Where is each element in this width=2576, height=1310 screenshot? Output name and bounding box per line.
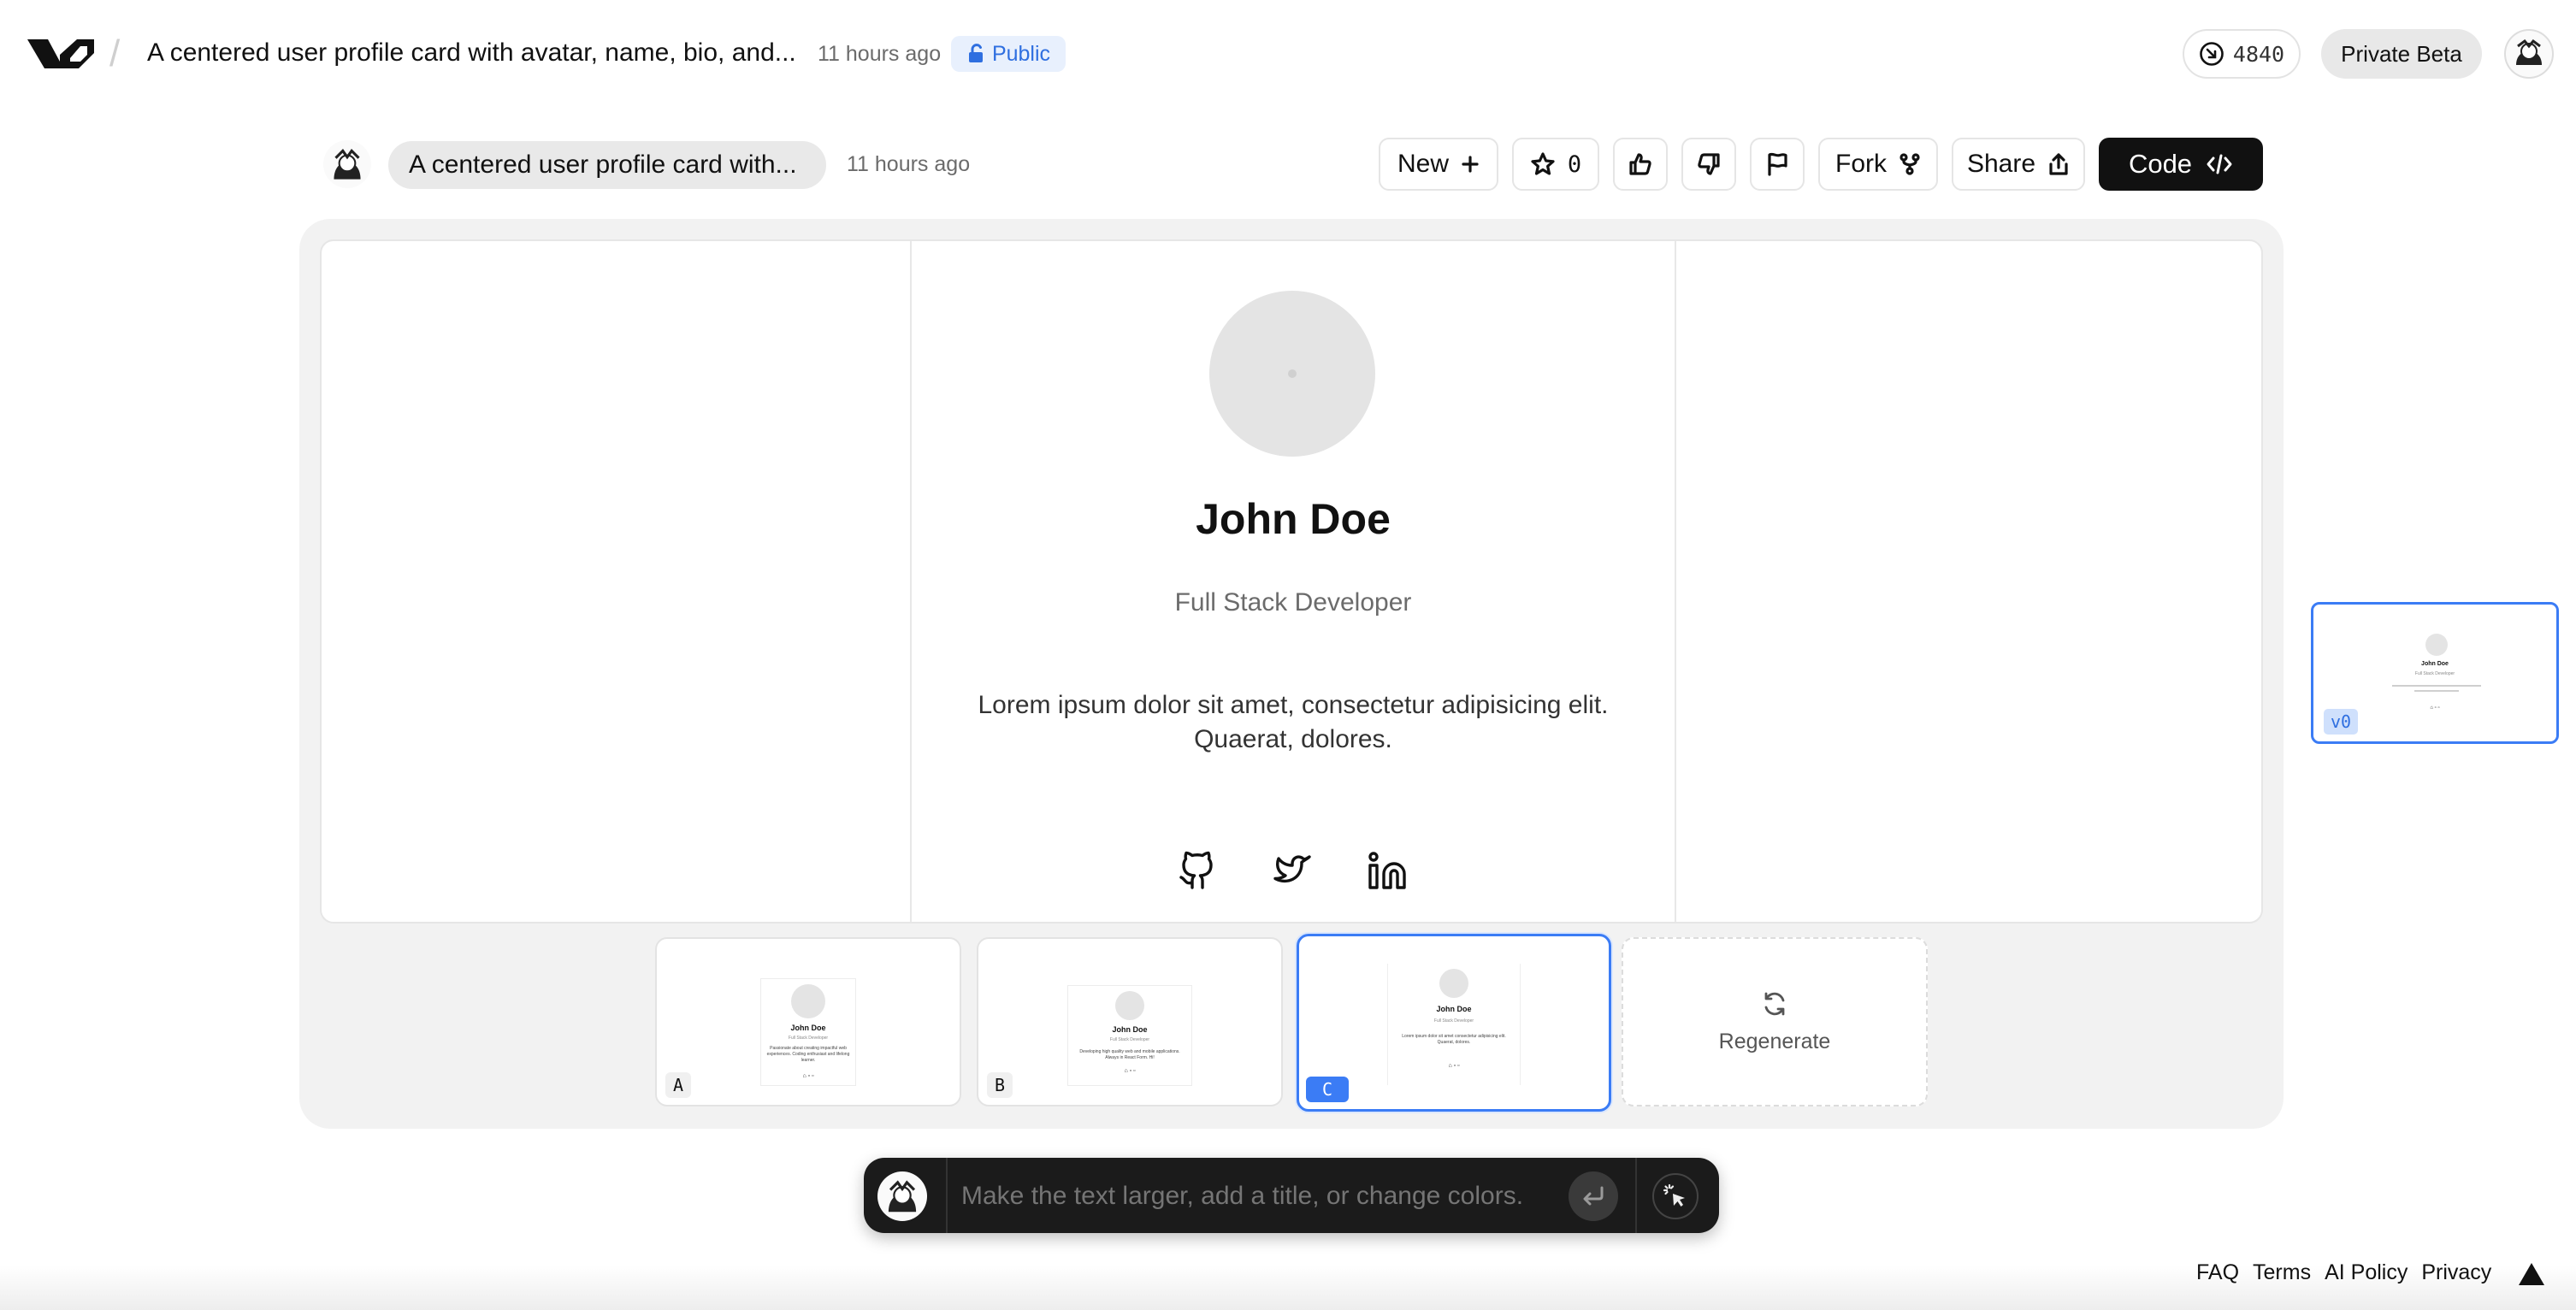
fork-label: Fork xyxy=(1835,150,1887,178)
variant-thumbnail-a[interactable]: John Doe Full Stack Developer Passionate… xyxy=(655,937,961,1106)
submit-button[interactable] xyxy=(1569,1171,1618,1221)
profile-bio-line-1: Lorem ipsum dolor sit amet, consectetur … xyxy=(978,691,1609,719)
page-title[interactable]: A centered user profile card with avatar… xyxy=(147,38,796,68)
mini-avatar xyxy=(1439,969,1468,998)
column-divider-left xyxy=(910,241,912,922)
profile-bio-line-2: Quaerat, dolores. xyxy=(1194,725,1392,753)
mini-social-icons: ⌂ ▫ ▫ xyxy=(802,1073,814,1079)
code-label: Code xyxy=(2128,149,2193,179)
mini-profile-card: John Doe Full Stack Developer Developing… xyxy=(1067,985,1192,1086)
header: / A centered user profile card with avat… xyxy=(0,0,2576,109)
share-icon xyxy=(2047,152,2070,176)
prompt-timestamp: 11 hours ago xyxy=(847,152,971,176)
prompt-bar-avatar xyxy=(877,1171,927,1221)
breadcrumb-separator: / xyxy=(109,32,121,74)
avatar-placeholder-dot xyxy=(1288,369,1297,378)
mini-role: Full Stack Developer xyxy=(2414,671,2455,676)
mini-name: John Doe xyxy=(1112,1025,1148,1034)
thumbs-up-icon xyxy=(1628,151,1653,177)
variant-letter-b: B xyxy=(987,1072,1013,1098)
mini-bio: Passionate about creating impactful web … xyxy=(766,1046,850,1063)
mini-bio-line xyxy=(2392,685,2481,687)
user-avatar[interactable] xyxy=(2504,29,2554,79)
mini-name: John Doe xyxy=(790,1024,826,1032)
mini-role: Full Stack Developer xyxy=(1109,1037,1150,1042)
code-icon xyxy=(2206,152,2233,176)
mini-role: Full Stack Developer xyxy=(788,1036,829,1041)
profile-role: Full Stack Developer xyxy=(1174,588,1412,617)
flag-icon xyxy=(1764,151,1790,177)
thumbs-down-icon xyxy=(1696,151,1722,177)
mini-avatar xyxy=(791,984,825,1018)
variant-letter-a: A xyxy=(665,1072,691,1098)
mini-social-icons: ⌂ ▫ ▫ xyxy=(1124,1068,1136,1074)
credits-value: 4840 xyxy=(2232,41,2285,67)
regenerate-label: Regenerate xyxy=(1718,1029,1831,1053)
prompt-input[interactable] xyxy=(960,1173,1562,1219)
code-button[interactable]: Code xyxy=(2099,138,2263,191)
prompt-chip[interactable]: A centered user profile card with... xyxy=(388,141,826,189)
new-label: New xyxy=(1397,150,1449,178)
share-label: Share xyxy=(1966,150,2036,178)
cursor-select-icon xyxy=(1663,1183,1688,1209)
mini-avatar xyxy=(1115,991,1144,1020)
new-button[interactable]: New xyxy=(1379,138,1498,191)
linkedin-icon[interactable] xyxy=(1367,850,1408,891)
profile-name: John Doe xyxy=(1196,495,1391,543)
plus-icon xyxy=(1461,155,1480,174)
column-divider-right xyxy=(1675,241,1676,922)
twitter-icon[interactable] xyxy=(1272,850,1313,891)
refresh-icon xyxy=(1761,990,1788,1018)
prompt-bar xyxy=(864,1158,1719,1233)
mini-bio: Developing high quality web and mobile a… xyxy=(1079,1049,1180,1060)
credits-counter[interactable]: 4840 xyxy=(2183,29,2301,79)
mini-social-icons: ⌂ ▫ ▫ xyxy=(1448,1063,1460,1069)
fork-button[interactable]: Fork xyxy=(1818,138,1938,191)
regenerate-button[interactable]: Regenerate xyxy=(1622,937,1928,1106)
profile-avatar xyxy=(1209,291,1375,457)
ai-policy-link[interactable]: AI Policy xyxy=(2325,1260,2408,1285)
visibility-badge[interactable]: Public xyxy=(951,36,1066,72)
terms-link[interactable]: Terms xyxy=(2253,1260,2311,1285)
enter-icon xyxy=(1580,1184,1606,1208)
title-timestamp: 11 hours ago xyxy=(818,42,942,66)
mini-profile-card: John Doe Full Stack Developer Passionate… xyxy=(760,978,856,1086)
mini-bio: Lorem ipsum dolor sit amet consectetur a… xyxy=(1402,1034,1506,1045)
vercel-logo-icon[interactable] xyxy=(2518,1262,2545,1286)
credits-icon xyxy=(2199,41,2224,67)
star-icon xyxy=(1530,151,1556,177)
variant-thumbnail-c[interactable]: John Doe Full Stack Developer Lorem ipsu… xyxy=(1297,934,1611,1112)
prompt-divider-right xyxy=(1635,1158,1637,1233)
faq-link[interactable]: FAQ xyxy=(2196,1260,2239,1285)
variant-letter-c: C xyxy=(1306,1077,1349,1102)
unlock-icon xyxy=(966,44,985,64)
star-count: 0 xyxy=(1567,150,1582,178)
select-element-button[interactable] xyxy=(1652,1173,1699,1219)
fork-icon xyxy=(1899,153,1921,175)
v0-logo[interactable] xyxy=(26,34,96,74)
variant-thumbnail-b[interactable]: John Doe Full Stack Developer Developing… xyxy=(977,937,1283,1106)
mini-profile-card: John Doe Full Stack Developer Lorem ipsu… xyxy=(1387,964,1521,1085)
mini-name: John Doe xyxy=(2421,661,2449,667)
report-button[interactable] xyxy=(1750,138,1805,191)
star-button[interactable]: 0 xyxy=(1512,138,1599,191)
thumbs-up-button[interactable] xyxy=(1613,138,1668,191)
mini-bio-line xyxy=(2414,690,2459,692)
footer-shadow xyxy=(0,1266,2576,1310)
mini-name: John Doe xyxy=(1436,1005,1472,1013)
prompt-author-avatar xyxy=(323,140,371,188)
version-badge: v0 xyxy=(2324,709,2359,735)
version-thumbnail[interactable]: John Doe Full Stack Developer ⌂ ▫ ▫ v0 xyxy=(2311,602,2559,744)
thumbs-down-button[interactable] xyxy=(1681,138,1736,191)
visibility-label: Public xyxy=(991,41,1051,66)
prompt-divider-left xyxy=(946,1158,948,1233)
privacy-link[interactable]: Privacy xyxy=(2421,1260,2491,1285)
preview-frame[interactable]: John Doe Full Stack Developer Lorem ipsu… xyxy=(320,239,2263,923)
github-icon[interactable] xyxy=(1177,850,1218,891)
share-button[interactable]: Share xyxy=(1952,138,2085,191)
private-beta-button[interactable]: Private Beta xyxy=(2321,29,2482,79)
mini-avatar xyxy=(2425,634,2448,656)
footer-links: FAQ Terms AI Policy Privacy xyxy=(2196,1260,2491,1285)
mini-role: Full Stack Developer xyxy=(1433,1018,1474,1024)
